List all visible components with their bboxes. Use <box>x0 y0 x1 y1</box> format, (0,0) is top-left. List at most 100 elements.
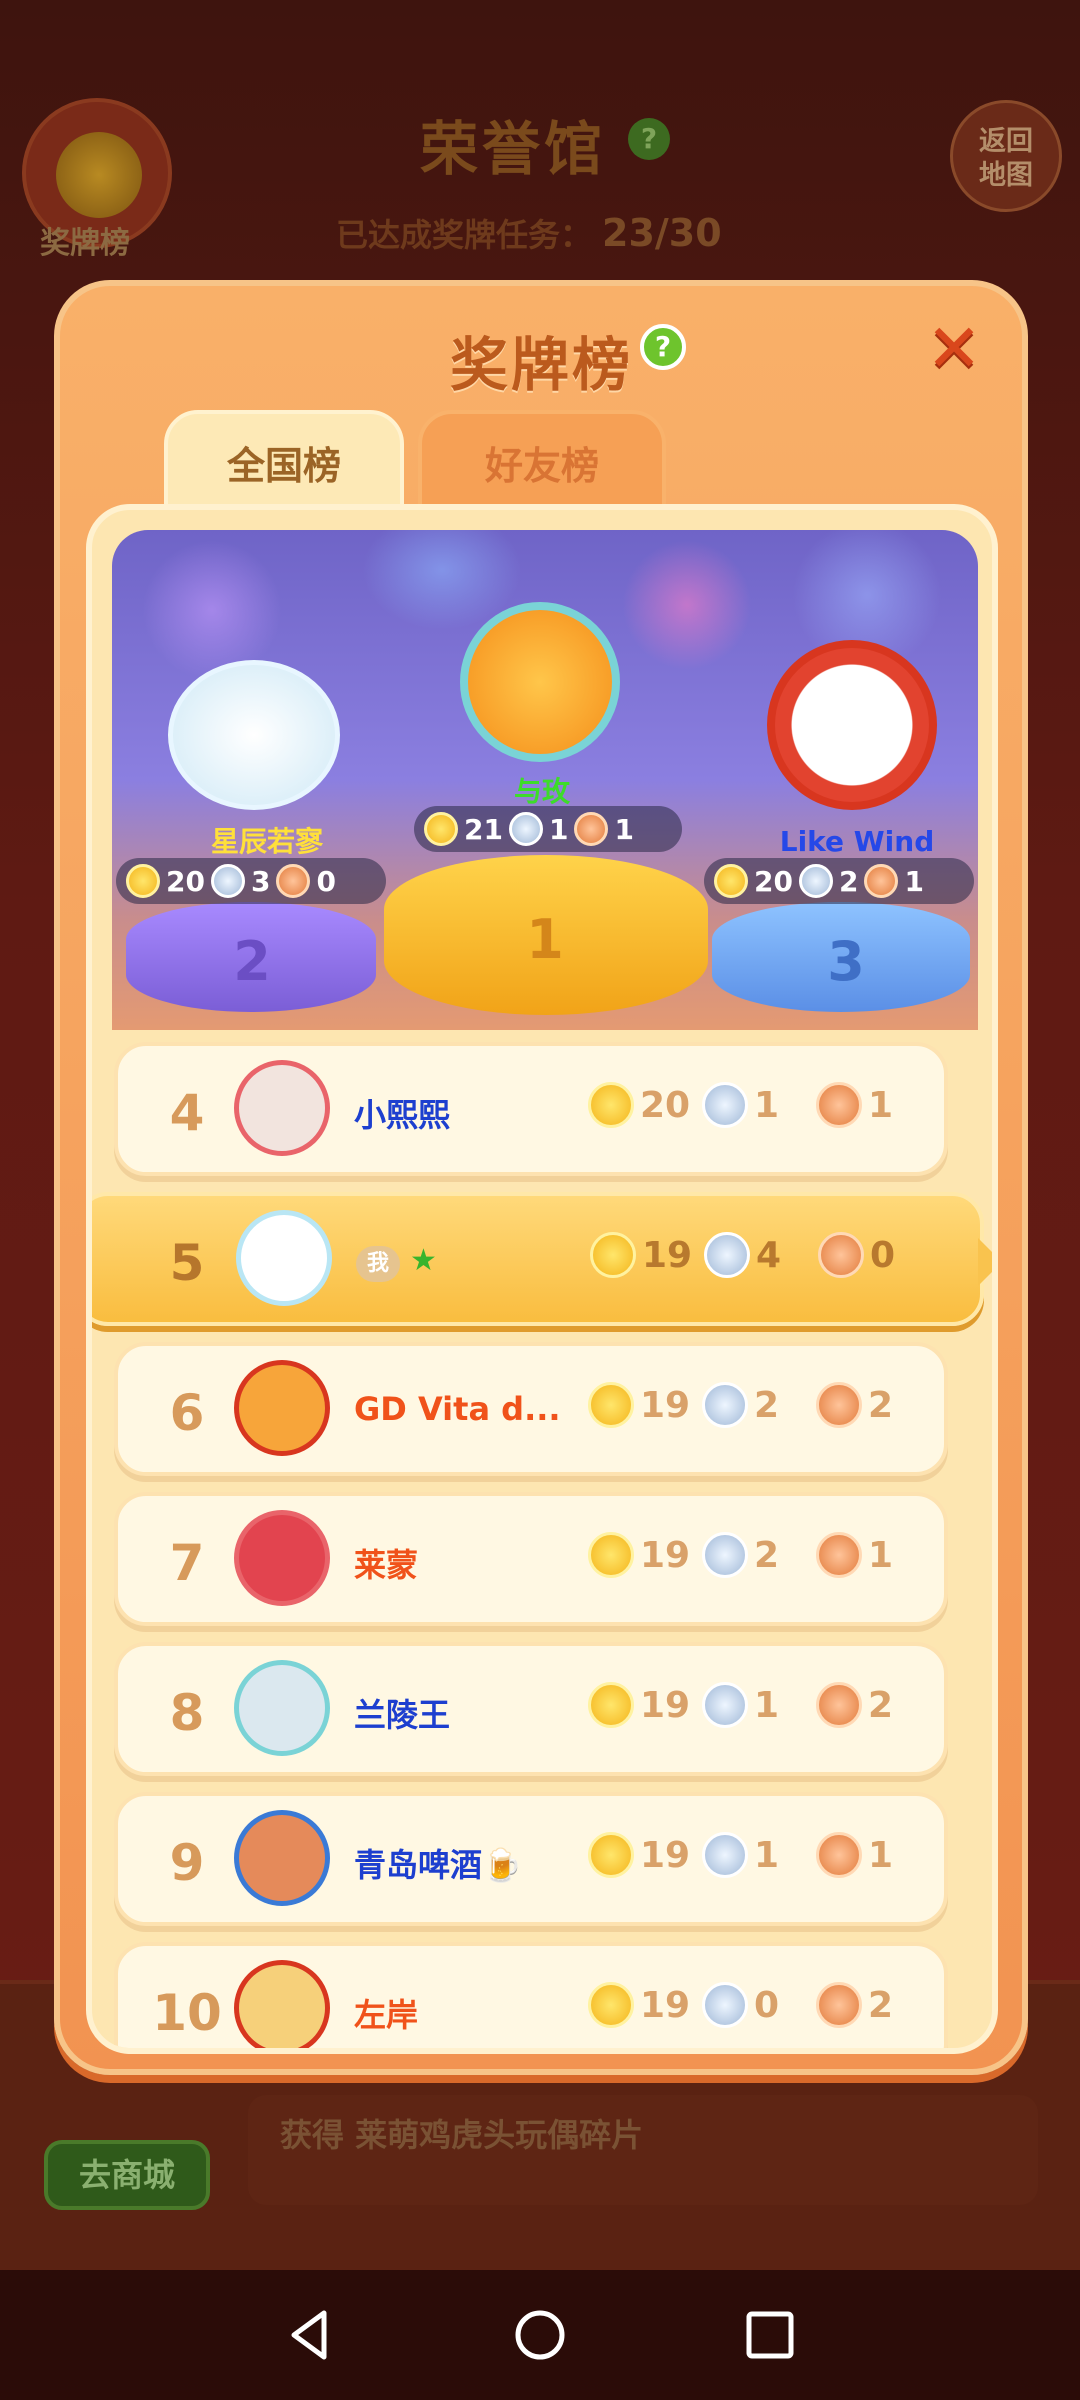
gold-medal-icon <box>588 1082 634 1128</box>
gold-medal-icon <box>588 1382 634 1428</box>
row-name: 莱蒙 <box>354 1546 419 1584</box>
leaderboard-row-me[interactable]: 5 我 ★ 19 4 0 <box>92 1192 992 1326</box>
row-name: 兰陵王 <box>354 1696 451 1734</box>
row-avatar[interactable] <box>236 1210 332 1306</box>
tab-friends[interactable]: 好友榜 <box>418 410 666 518</box>
leaderboard-row[interactable]: 9 青岛啤酒🍺 19 1 1 <box>114 1792 948 1926</box>
silver-medal-icon <box>702 1082 748 1128</box>
silver-count: 4 <box>756 1234 782 1276</box>
medal-leaderboard-modal: 奖牌榜 ? ✕ 全国榜 好友榜 2 1 3 星辰若寥 与玫 Like Wind <box>54 280 1028 2075</box>
leaderboard-row[interactable]: 4 小熙熙 20 1 1 <box>114 1042 948 1176</box>
bronze-medal-icon <box>816 1832 862 1878</box>
gold-medal-icon <box>126 864 160 898</box>
row-name: 我 ★ <box>356 1240 437 1282</box>
podium-medals-2: 20 3 0 <box>116 858 386 904</box>
tab-national[interactable]: 全国榜 <box>164 410 404 518</box>
bronze-medal-icon <box>816 1532 862 1578</box>
task-progress: 已达成奖牌任务： 23/30 <box>336 210 722 256</box>
leaderboard-row[interactable]: 6 GD Vita d... 19 2 2 <box>114 1342 948 1476</box>
row-avatar[interactable] <box>234 1660 330 1756</box>
gold-count: 20 <box>166 864 205 898</box>
heart-medal-icon <box>56 132 142 218</box>
back-to-map-button[interactable]: 返回地图 <box>950 100 1062 212</box>
help-icon[interactable]: ? <box>640 324 686 370</box>
leaderboard-board: 2 1 3 星辰若寥 与玫 Like Wind 20 3 0 21 1 1 20… <box>86 504 998 2054</box>
silver-medal-icon <box>702 1382 748 1428</box>
silver-count: 2 <box>754 1534 780 1576</box>
me-badge: 我 <box>356 1246 400 1282</box>
podium-name-2: 星辰若寥 <box>210 825 323 858</box>
silver-count: 2 <box>838 864 859 898</box>
bronze-count: 2 <box>868 1384 894 1426</box>
bronze-medal-icon <box>816 1682 862 1728</box>
silver-count: 0 <box>754 1984 780 2026</box>
badge-button-label: 奖牌榜 <box>40 226 130 261</box>
silver-count: 3 <box>250 864 271 898</box>
leaderboard-row[interactable]: 8 兰陵王 19 1 2 <box>114 1642 948 1776</box>
row-medals: 19 2 1 <box>588 1532 922 1578</box>
row-rank: 9 <box>169 1834 205 1892</box>
silver-medal-icon <box>702 1532 748 1578</box>
podium-avatar-2[interactable] <box>168 660 340 810</box>
podium-avatar-1[interactable] <box>460 602 620 762</box>
hall-help-icon[interactable]: ? <box>628 118 670 160</box>
leaderboard-row[interactable]: 7 莱蒙 19 2 1 <box>114 1492 948 1626</box>
go-shop-button[interactable]: 去商城 <box>44 2140 210 2210</box>
silver-medal-icon <box>702 1982 748 2028</box>
back-icon[interactable] <box>280 2305 340 2365</box>
row-medals: 19 2 2 <box>588 1382 922 1428</box>
silver-medal-icon <box>702 1682 748 1728</box>
row-medals: 19 1 1 <box>588 1832 922 1878</box>
bronze-medal-icon <box>816 1382 862 1428</box>
bronze-count: 1 <box>868 1834 894 1876</box>
podium-avatar-3[interactable] <box>767 640 937 810</box>
row-avatar[interactable] <box>234 1360 330 1456</box>
row-name: GD Vita d... <box>354 1390 561 1428</box>
gold-count: 21 <box>464 812 503 846</box>
silver-count: 1 <box>548 812 569 846</box>
bronze-medal-icon <box>864 864 899 898</box>
leaderboard-row[interactable]: 10 左岸 19 0 2 <box>114 1942 948 2048</box>
close-button[interactable]: ✕ <box>922 316 986 382</box>
podium-medals-3: 20 2 1 <box>704 858 974 904</box>
bronze-count: 1 <box>868 1084 894 1126</box>
row-avatar[interactable] <box>234 1960 330 2048</box>
home-icon[interactable] <box>510 2305 570 2365</box>
row-avatar[interactable] <box>234 1510 330 1606</box>
gold-count: 19 <box>640 1384 691 1426</box>
gold-medal-icon <box>588 1832 634 1878</box>
bronze-medal-icon <box>276 864 311 898</box>
podium-name-1: 与玫 <box>513 775 570 808</box>
bronze-count: 2 <box>868 1984 894 2026</box>
bronze-medal-icon <box>574 812 609 846</box>
silver-count: 2 <box>754 1384 780 1426</box>
podium: 2 1 3 星辰若寥 与玫 Like Wind 20 3 0 21 1 1 20… <box>112 530 978 1030</box>
bronze-count: 1 <box>868 1534 894 1576</box>
row-medals: 19 1 2 <box>588 1682 922 1728</box>
firework-decoration <box>142 540 282 680</box>
podium-rank-2: 2 <box>233 930 271 993</box>
gold-count: 19 <box>642 1234 693 1276</box>
bronze-medal-icon <box>816 1082 862 1128</box>
right-arrow-decoration <box>978 1238 992 1286</box>
gold-medal-icon <box>590 1232 636 1278</box>
silver-medal-icon <box>704 1232 750 1278</box>
bronze-count: 2 <box>868 1684 894 1726</box>
podium-rank-1: 1 <box>526 908 564 971</box>
silver-medal-icon <box>508 812 543 846</box>
row-avatar[interactable] <box>234 1810 330 1906</box>
gold-medal-icon <box>588 1682 634 1728</box>
gold-count: 19 <box>640 1534 691 1576</box>
row-name: 左岸 <box>354 1996 419 2034</box>
reward-text: 获得 莱萌鸡虎头玩偶碎片 <box>280 2116 644 2154</box>
row-medals: 20 1 1 <box>588 1082 922 1128</box>
row-avatar[interactable] <box>234 1060 330 1156</box>
bronze-count: 1 <box>614 812 634 846</box>
row-name: 青岛啤酒🍺 <box>354 1846 522 1884</box>
row-rank: 10 <box>152 1984 222 2042</box>
gold-count: 19 <box>640 1684 691 1726</box>
gold-count: 19 <box>640 1984 691 2026</box>
recent-apps-icon[interactable] <box>740 2305 800 2365</box>
silver-medal-icon <box>702 1832 748 1878</box>
gold-medal-icon <box>424 812 458 846</box>
